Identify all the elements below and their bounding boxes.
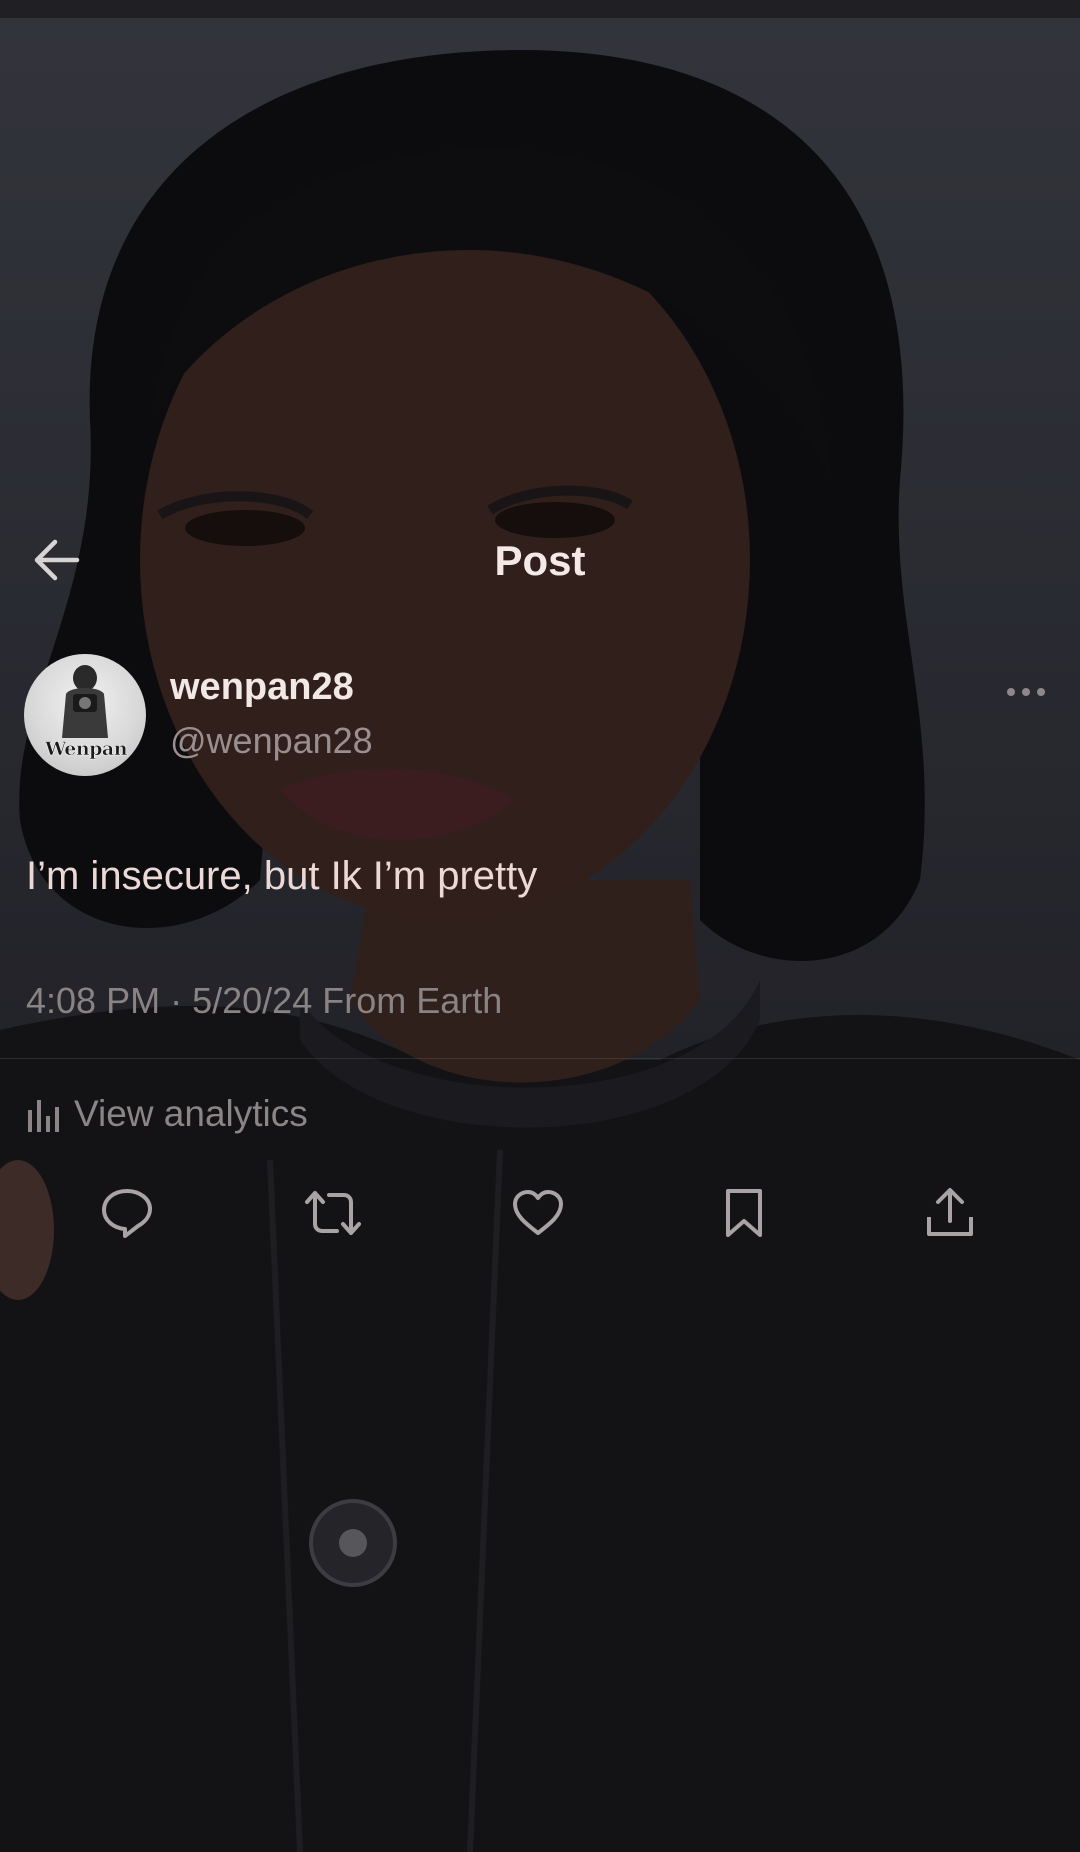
action-bar — [0, 1180, 1080, 1246]
view-analytics-button[interactable]: View analytics — [26, 1088, 308, 1140]
arrow-left-icon — [34, 539, 80, 581]
view-analytics-label: View analytics — [74, 1093, 308, 1134]
back-button[interactable] — [28, 532, 84, 588]
bookmark-icon — [726, 1189, 762, 1237]
avatar[interactable]: Wenpan — [24, 654, 146, 776]
repost-icon — [305, 1191, 361, 1235]
user-handle[interactable]: @wenpan28 — [170, 720, 373, 762]
display-name[interactable]: wenpan28 — [170, 666, 354, 709]
meta-separator: · — [170, 980, 183, 1021]
divider — [0, 1058, 1080, 1059]
post-source: From Earth — [322, 980, 503, 1021]
page-title: Post — [494, 537, 586, 584]
post-text: I’m insecure, but Ik I’m pretty — [26, 854, 538, 898]
reply-button[interactable] — [94, 1180, 160, 1246]
post-author: Wenpan wenpan28 @wenpan28 — [24, 654, 1056, 778]
dim-overlay — [0, 0, 1080, 1852]
share-icon — [927, 1188, 973, 1236]
like-button[interactable] — [505, 1180, 571, 1246]
analytics-bars-icon — [28, 1100, 59, 1132]
background-photo — [0, 0, 1080, 1852]
post-date: 5/20/24 — [192, 980, 313, 1021]
post-meta: 4:08 PM · 5/20/24 From Earth — [26, 976, 502, 1026]
share-button[interactable] — [917, 1180, 983, 1246]
heart-icon — [513, 1190, 563, 1235]
more-options-button[interactable] — [996, 672, 1056, 712]
avatar-watermark: Wenpan — [44, 738, 128, 761]
portrait-illustration — [0, 0, 1080, 1852]
more-horizontal-icon — [1007, 688, 1045, 696]
reply-icon — [102, 1189, 152, 1238]
post-time: 4:08 PM — [26, 980, 161, 1021]
repost-button[interactable] — [300, 1180, 366, 1246]
avatar-figure — [62, 665, 108, 738]
bookmark-button[interactable] — [711, 1180, 777, 1246]
